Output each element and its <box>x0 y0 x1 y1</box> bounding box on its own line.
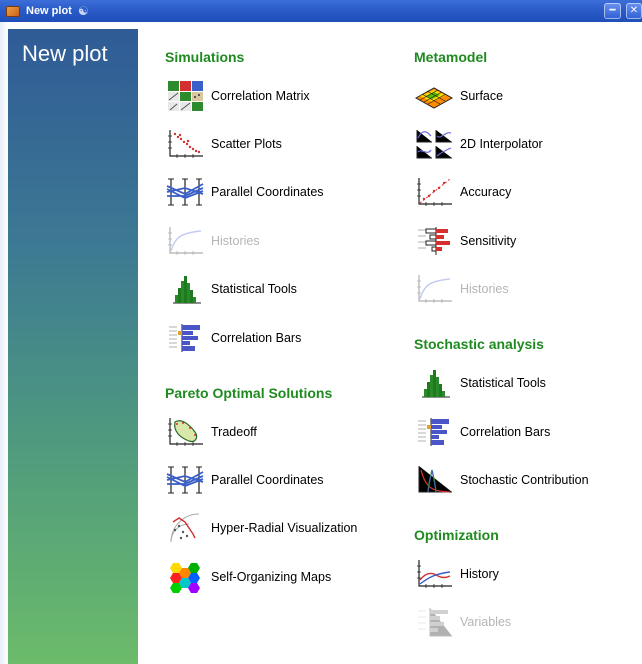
correlation-bars-icon <box>165 322 205 354</box>
surface-icon <box>414 80 454 112</box>
minimize-button[interactable]: ━ <box>604 3 621 19</box>
item-stochastic-correlation-bars[interactable]: Correlation Bars <box>414 415 550 449</box>
item-label: Hyper-Radial Visualization <box>211 521 358 535</box>
section-title-pareto: Pareto Optimal Solutions <box>165 385 333 401</box>
item-label: Parallel Coordinates <box>211 473 324 487</box>
item-2d-interpolator[interactable]: 2D Interpolator <box>414 127 543 161</box>
item-metamodel-histories: Histories <box>414 272 509 306</box>
item-sensitivity[interactable]: Sensitivity <box>414 224 516 258</box>
item-label: Surface <box>460 89 504 103</box>
window-left-border <box>0 22 8 664</box>
app-icon <box>6 5 20 17</box>
item-label: Self-Organizing Maps <box>211 570 332 584</box>
accuracy-icon <box>414 176 454 208</box>
self-organizing-maps-icon <box>165 561 205 593</box>
section-title-stochastic: Stochastic analysis <box>414 336 544 352</box>
section-title-simulations: Simulations <box>165 49 245 65</box>
histogram-icon <box>165 273 205 305</box>
item-label: Histories <box>211 234 260 248</box>
scatter-plot-icon <box>165 128 205 160</box>
hyper-radial-icon <box>165 512 205 544</box>
item-stochastic-statistical-tools[interactable]: Statistical Tools <box>414 366 546 400</box>
item-accuracy[interactable]: Accuracy <box>414 175 511 209</box>
title-bar: New plot ☯ ━ ✕ <box>0 0 642 22</box>
item-label: Stochastic Contribution <box>460 473 589 487</box>
item-stochastic-contribution[interactable]: Stochastic Contribution <box>414 463 589 497</box>
correlation-matrix-icon <box>165 80 205 112</box>
item-label: History <box>460 567 499 581</box>
item-pareto-parallel-coordinates[interactable]: Parallel Coordinates <box>165 463 324 497</box>
variables-icon <box>414 606 454 638</box>
item-correlation-matrix[interactable]: Correlation Matrix <box>165 79 310 113</box>
item-label: Sensitivity <box>460 234 517 248</box>
item-hyper-radial-visualization[interactable]: Hyper-Radial Visualization <box>165 511 357 545</box>
item-label: Correlation Bars <box>460 425 551 439</box>
item-label: Statistical Tools <box>460 376 546 390</box>
parallel-coordinates-icon <box>165 176 205 208</box>
item-variables: Variables <box>414 605 511 639</box>
histogram-icon <box>414 367 454 399</box>
history-icon <box>414 558 454 590</box>
item-label: Tradeoff <box>211 425 257 439</box>
item-self-organizing-maps[interactable]: Self-Organizing Maps <box>165 560 331 594</box>
sidebar-title: New plot <box>22 41 108 66</box>
sidebar: New plot <box>8 29 138 664</box>
item-statistical-tools[interactable]: Statistical Tools <box>165 272 297 306</box>
stochastic-contribution-icon <box>414 464 454 496</box>
tradeoff-icon <box>165 416 205 448</box>
item-parallel-coordinates[interactable]: Parallel Coordinates <box>165 175 324 209</box>
correlation-bars-icon <box>414 416 454 448</box>
item-label: Accuracy <box>460 185 512 199</box>
item-surface[interactable]: Surface <box>414 79 503 113</box>
item-label: Statistical Tools <box>211 282 297 296</box>
item-label: Parallel Coordinates <box>211 185 324 199</box>
item-label: Histories <box>460 282 509 296</box>
histories-icon <box>165 225 205 257</box>
item-label: Variables <box>460 615 512 629</box>
section-title-optimization: Optimization <box>414 527 499 543</box>
histories-icon <box>414 273 454 305</box>
item-label: Scatter Plots <box>211 137 282 151</box>
item-histories: Histories <box>165 224 260 258</box>
title-decoration-icon: ☯ <box>77 4 89 18</box>
sensitivity-icon <box>414 225 454 257</box>
parallel-coordinates-icon <box>165 464 205 496</box>
section-title-metamodel: Metamodel <box>414 49 488 65</box>
item-tradeoff[interactable]: Tradeoff <box>165 415 257 449</box>
interpolator-icon <box>414 128 454 160</box>
close-button[interactable]: ✕ <box>626 3 642 19</box>
window-title: New plot <box>26 5 72 17</box>
item-label: 2D Interpolator <box>460 137 543 151</box>
item-label: Correlation Matrix <box>211 89 310 103</box>
item-scatter-plots[interactable]: Scatter Plots <box>165 127 282 161</box>
item-label: Correlation Bars <box>211 331 302 345</box>
item-history[interactable]: History <box>414 557 499 591</box>
item-correlation-bars[interactable]: Correlation Bars <box>165 321 301 355</box>
